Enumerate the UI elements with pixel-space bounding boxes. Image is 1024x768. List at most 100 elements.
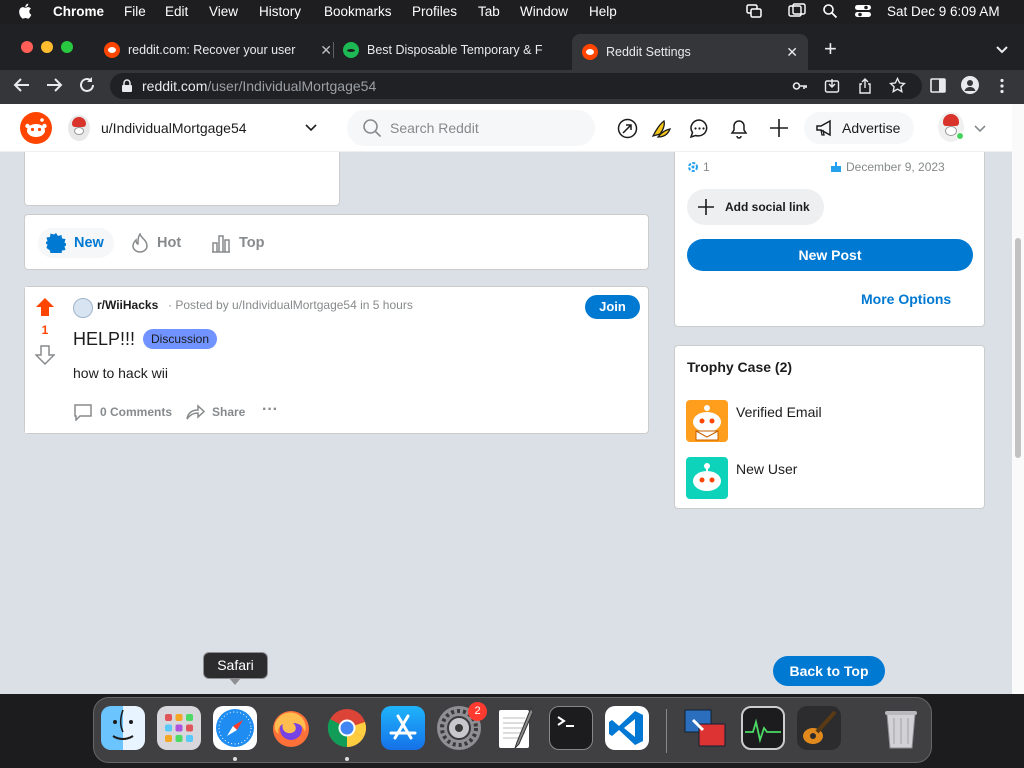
vscode-icon[interactable] <box>605 706 649 750</box>
menu-view[interactable]: View <box>209 4 238 19</box>
sort-bar: New Hot Top <box>24 214 649 270</box>
control-center-icon[interactable] <box>854 3 872 22</box>
plus-icon <box>698 199 714 215</box>
new-user-trophy-icon <box>686 457 728 499</box>
launchpad-icon[interactable] <box>157 706 201 750</box>
terminal-icon[interactable] <box>549 706 593 750</box>
sort-hot-button[interactable]: Hot <box>131 228 181 258</box>
more-options-link[interactable]: More Options <box>861 291 951 307</box>
chat-icon[interactable] <box>689 118 710 139</box>
menu-file[interactable]: File <box>124 4 146 19</box>
menu-app-name[interactable]: Chrome <box>53 4 104 19</box>
more-options-icon[interactable]: ··· <box>262 401 278 419</box>
new-post-button[interactable]: New Post <box>687 239 973 271</box>
safari-icon[interactable] <box>213 706 257 750</box>
comments-button[interactable]: 0 Comments <box>73 403 172 421</box>
app-store-icon[interactable] <box>381 706 425 750</box>
add-social-link-button[interactable]: Add social link <box>687 189 824 225</box>
user-menu[interactable] <box>934 110 990 146</box>
page-content: New Hot Top 1 r/WiiHacks · Posted by u/I… <box>0 104 1012 694</box>
share-label: Share <box>212 405 246 419</box>
community-switcher[interactable]: u/IndividualMortgage54 <box>68 110 330 146</box>
advertise-button[interactable]: Advertise <box>804 112 914 144</box>
tab-reddit-settings[interactable]: Reddit Settings ✕ <box>572 34 808 70</box>
menu-history[interactable]: History <box>259 4 301 19</box>
close-tab-icon[interactable]: ✕ <box>786 44 798 61</box>
notifications-bell-icon[interactable] <box>729 118 749 139</box>
chrome-menu-icon[interactable] <box>999 78 1005 99</box>
post-card[interactable]: 1 r/WiiHacks · Posted by u/IndividualMor… <box>24 286 649 434</box>
verified-email-trophy-icon <box>686 400 728 442</box>
coins-icon[interactable] <box>650 118 672 140</box>
password-key-icon[interactable] <box>792 78 808 97</box>
activity-monitor-icon[interactable] <box>741 706 785 750</box>
search-icon <box>363 119 382 138</box>
flame-icon <box>132 233 148 253</box>
window-icon[interactable] <box>788 3 806 22</box>
minimize-window-button[interactable] <box>41 41 53 53</box>
subreddit-icon[interactable] <box>73 298 93 318</box>
side-panel-icon[interactable] <box>930 78 946 98</box>
spotlight-search-icon[interactable] <box>822 3 838 22</box>
back-button[interactable] <box>13 77 31 98</box>
address-bar[interactable]: reddit.com/user/IndividualMortgage54 <box>110 73 922 99</box>
site-info-icon[interactable] <box>121 79 133 96</box>
trash-icon[interactable] <box>879 706 923 750</box>
upvote-icon[interactable] <box>35 297 55 317</box>
tab-disposable-email[interactable]: Best Disposable Temporary & F <box>343 36 563 64</box>
back-to-top-button[interactable]: Back to Top <box>773 656 885 686</box>
close-window-button[interactable] <box>21 41 33 53</box>
remote-desktop-icon[interactable] <box>683 706 727 750</box>
downvote-icon[interactable] <box>35 345 55 365</box>
join-button[interactable]: Join <box>585 295 640 319</box>
url-domain: reddit.com <box>142 78 208 94</box>
menu-tab[interactable]: Tab <box>478 4 500 19</box>
sort-new-button[interactable]: New <box>38 228 114 258</box>
menu-bookmarks[interactable]: Bookmarks <box>324 4 392 19</box>
clock[interactable]: Sat Dec 9 6:09 AM <box>887 4 1000 19</box>
tab-search-chevron-icon[interactable] <box>995 42 1009 60</box>
reddit-favicon-icon <box>104 42 120 58</box>
forward-button[interactable] <box>45 77 63 98</box>
menu-window[interactable]: Window <box>520 4 568 19</box>
reload-button[interactable] <box>78 76 96 99</box>
new-tab-button[interactable]: + <box>824 38 837 60</box>
reddit-logo-icon[interactable] <box>20 112 52 144</box>
share-icon[interactable] <box>857 78 873 97</box>
temp-mail-favicon-icon <box>343 42 359 58</box>
menu-profiles[interactable]: Profiles <box>412 4 457 19</box>
online-status-dot <box>956 132 964 140</box>
textedit-icon[interactable] <box>493 706 537 750</box>
tab-title: Best Disposable Temporary & F <box>367 43 543 57</box>
popular-icon[interactable] <box>617 118 638 139</box>
finder-icon[interactable] <box>101 706 145 750</box>
reddit-favicon-icon <box>582 44 598 60</box>
search-input[interactable]: Search Reddit <box>347 110 595 146</box>
settings-badge: 2 <box>468 702 487 721</box>
chrome-icon[interactable] <box>325 706 369 750</box>
subreddit-link[interactable]: r/WiiHacks <box>97 298 158 312</box>
firefox-icon[interactable] <box>269 706 313 750</box>
trophy-new-user: New User <box>736 461 798 477</box>
menu-help[interactable]: Help <box>589 4 617 19</box>
profile-avatar-icon[interactable] <box>961 76 979 94</box>
scrollbar-thumb[interactable] <box>1015 238 1021 458</box>
flair-badge[interactable]: Discussion <box>143 329 218 349</box>
install-app-icon[interactable] <box>824 78 840 97</box>
tab-recover-username[interactable]: reddit.com: Recover your user ✕ <box>104 36 332 64</box>
menu-edit[interactable]: Edit <box>165 4 188 19</box>
trophy-case-card: Trophy Case (2) Verified Email New User <box>674 345 985 509</box>
apple-icon[interactable] <box>18 3 32 19</box>
community-name: u/IndividualMortgage54 <box>101 120 247 136</box>
zoom-window-button[interactable] <box>61 41 73 53</box>
post-title[interactable]: HELP!!! <box>73 329 135 350</box>
garageband-icon[interactable] <box>797 706 841 750</box>
share-button[interactable]: Share <box>185 403 245 421</box>
close-tab-icon[interactable]: ✕ <box>320 42 332 59</box>
tab-title: Reddit Settings <box>606 45 691 59</box>
page-scrollbar[interactable] <box>1012 104 1024 694</box>
sort-top-button[interactable]: Top <box>211 228 265 258</box>
screen-mirroring-icon[interactable] <box>746 3 762 22</box>
bookmark-star-icon[interactable] <box>889 76 906 97</box>
create-post-plus-icon[interactable] <box>769 118 789 138</box>
